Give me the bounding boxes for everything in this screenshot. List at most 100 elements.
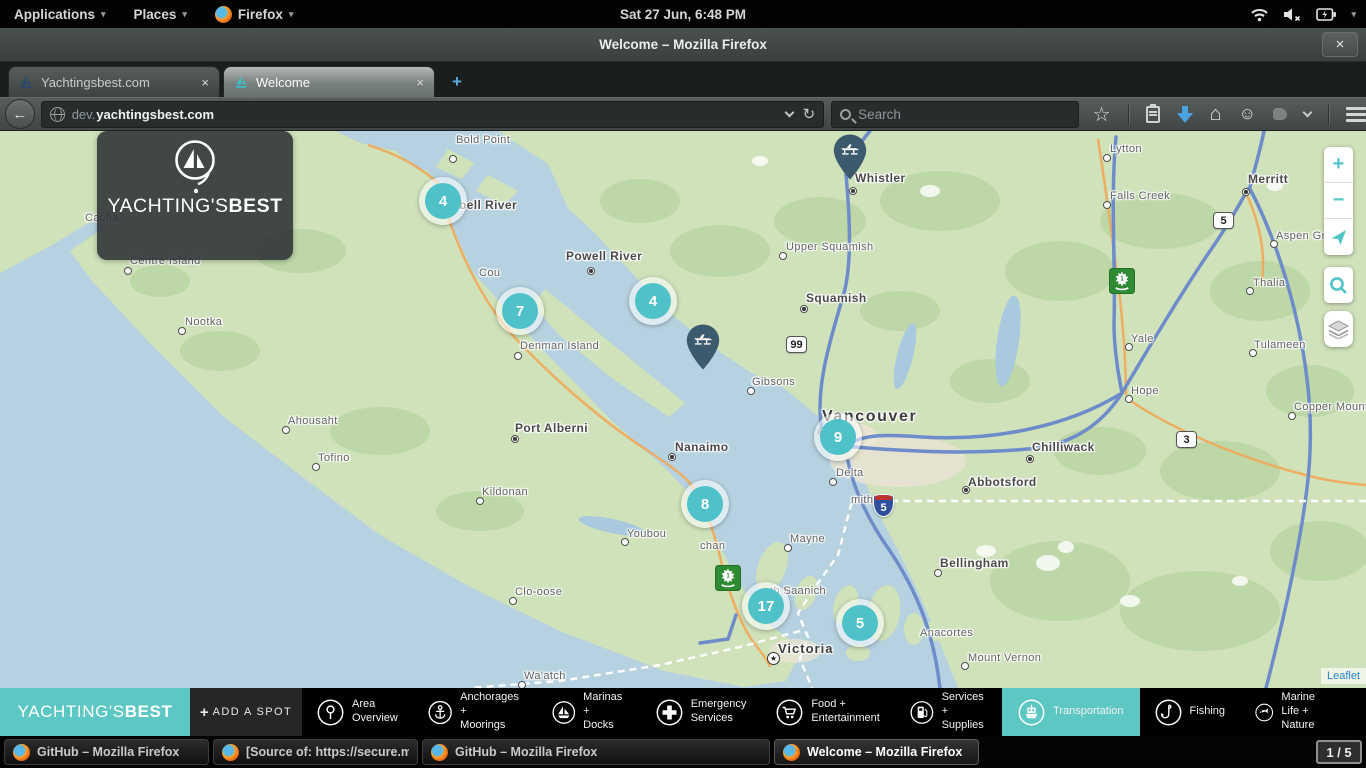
- zoom-in-button[interactable]: +: [1324, 147, 1353, 183]
- route-shield: 99: [786, 336, 807, 353]
- town-dot: [829, 478, 837, 486]
- toolbar-separator: [1328, 104, 1329, 124]
- addon-icon[interactable]: [1273, 108, 1287, 120]
- town-dot: [1103, 201, 1111, 209]
- locate-button[interactable]: [1324, 219, 1353, 255]
- map-label: Aspen Gr: [1276, 230, 1326, 242]
- map-cluster-marker[interactable]: 9: [814, 413, 862, 461]
- toolbar-separator: [1128, 104, 1129, 124]
- back-button[interactable]: ←: [5, 99, 35, 129]
- town-dot: [747, 387, 755, 395]
- map-label: Victoria: [778, 641, 833, 656]
- nav-item-anchorages-moorings[interactable]: Anchorages +Moorings: [413, 688, 537, 736]
- home-icon[interactable]: ⌂: [1210, 103, 1222, 126]
- nav-item-marinas-docks[interactable]: Marinas +Docks: [537, 688, 641, 736]
- bottom-brand-logo: YACHTING'SBEST: [0, 688, 190, 736]
- taskbar-window-button[interactable]: GitHub – Mozilla Firefox: [422, 739, 770, 765]
- map-label: Mount Vernon: [968, 652, 1041, 664]
- map-cluster-marker[interactable]: 8: [681, 480, 729, 528]
- bookmark-star-icon[interactable]: ☆: [1093, 102, 1111, 127]
- nav-item-area-overview[interactable]: AreaOverview: [302, 688, 413, 736]
- sailboat-favicon: [19, 75, 33, 89]
- tab-inactive[interactable]: Yachtingsbest.com ×: [8, 66, 220, 97]
- map-label: Thalia: [1253, 277, 1285, 289]
- seaplane-pin-marker[interactable]: [686, 324, 720, 375]
- map-search-button[interactable]: [1324, 267, 1353, 303]
- tab-close-icon[interactable]: ×: [201, 75, 209, 90]
- map-cluster-marker[interactable]: 17: [742, 582, 790, 630]
- nav-item-services-supplies[interactable]: Services +Supplies: [895, 688, 1002, 736]
- seaplane-pin-icon: [833, 134, 867, 180]
- map-canvas[interactable]: Bold PointCachabell RiverPowell RiverUpp…: [0, 131, 1366, 688]
- taskbar-window-title: GitHub – Mozilla Firefox: [37, 745, 179, 759]
- svg-text:1: 1: [726, 572, 730, 579]
- map-label: Upper Squamish: [786, 241, 874, 253]
- map-cluster-marker[interactable]: 7: [496, 287, 544, 335]
- system-bar: Applications ▾ Places ▾ Firefox ▾ Sat 27…: [0, 0, 1366, 28]
- anchor-icon: [428, 699, 452, 726]
- boat-icon: [552, 699, 576, 726]
- url-dropdown-chevron-icon[interactable]: [784, 108, 794, 118]
- taskbar-window-title: GitHub – Mozilla Firefox: [455, 745, 597, 759]
- trans-canada-route-marker: 1: [715, 565, 741, 596]
- tab-active[interactable]: Welcome×: [223, 66, 435, 97]
- new-tab-button[interactable]: +: [444, 70, 470, 94]
- nav-item-fishing[interactable]: Fishing: [1140, 688, 1240, 736]
- caret-down-icon: ▾: [1351, 9, 1356, 20]
- nav-item-label: Food +Entertainment: [811, 698, 879, 726]
- nav-item-marine-life-nature[interactable]: Marine Life +Nature: [1240, 688, 1340, 736]
- url-bar[interactable]: dev. yachtingsbest.com ↻: [41, 101, 824, 128]
- map-cluster-marker[interactable]: 4: [419, 177, 467, 225]
- zoom-out-button[interactable]: −: [1324, 183, 1353, 219]
- nav-item-label: Marinas +Docks: [583, 691, 626, 732]
- svg-text:1: 1: [1120, 275, 1124, 282]
- taskbar-window-button[interactable]: GitHub – Mozilla Firefox: [4, 739, 209, 765]
- nav-item-transportation[interactable]: Transportation: [1002, 688, 1140, 736]
- addon-chevron-icon[interactable]: [1303, 108, 1313, 118]
- download-icon[interactable]: [1177, 106, 1193, 123]
- seaplane-pin-icon: [686, 324, 720, 370]
- places-menu[interactable]: Places ▾: [120, 0, 201, 28]
- tab-close-icon[interactable]: ×: [416, 75, 424, 90]
- globe-icon: [50, 107, 65, 122]
- firefox-icon: [222, 744, 239, 761]
- nav-item-label: Transportation: [1053, 705, 1124, 719]
- window-titlebar[interactable]: Welcome – Mozilla Firefox ×: [0, 28, 1366, 62]
- menu-hamburger-icon[interactable]: [1346, 107, 1366, 122]
- cluster-count: 7: [502, 293, 538, 329]
- firefox-icon: [783, 744, 800, 761]
- map-cluster-marker[interactable]: 4: [629, 277, 677, 325]
- tab-title: Yachtingsbest.com: [41, 75, 150, 90]
- seaplane-pin-marker[interactable]: [833, 134, 867, 185]
- add-a-spot-button[interactable]: + ADD A SPOT: [190, 688, 302, 736]
- map-label: mith: [851, 494, 873, 506]
- applications-menu[interactable]: Applications ▾: [0, 0, 120, 28]
- firefox-icon: [215, 6, 232, 23]
- search-input[interactable]: [858, 107, 1058, 122]
- layers-button[interactable]: [1324, 311, 1353, 347]
- ferry-icon: [1018, 699, 1045, 726]
- town-dot: [178, 327, 186, 335]
- clipboard-icon[interactable]: [1146, 106, 1160, 123]
- window-close-button[interactable]: ×: [1322, 32, 1358, 57]
- reload-icon[interactable]: ↻: [803, 105, 816, 123]
- layers-icon: [1328, 320, 1349, 339]
- map-label: Abbotsford: [968, 475, 1037, 489]
- leaflet-attribution[interactable]: Leaflet: [1321, 668, 1366, 684]
- taskbar-window-button[interactable]: [Source of: https://secure.meetup....: [213, 739, 418, 765]
- town-dot: [449, 155, 457, 163]
- firefox-appmenu[interactable]: Firefox ▾: [201, 0, 308, 28]
- map-cluster-marker[interactable]: 5: [836, 599, 884, 647]
- nav-item-emergency-services[interactable]: EmergencyServices: [641, 688, 762, 736]
- workspace-indicator[interactable]: 1 / 5: [1316, 740, 1362, 764]
- taskbar: GitHub – Mozilla Firefox [Source of: http…: [0, 736, 1366, 768]
- firefox-icon: [431, 744, 448, 761]
- town-dot: [849, 187, 857, 195]
- nav-item-food-entertainment[interactable]: Food +Entertainment: [761, 688, 894, 736]
- town-dot: [1103, 154, 1111, 162]
- feedback-smiley-icon[interactable]: ☺: [1239, 104, 1256, 124]
- taskbar-window-button[interactable]: Welcome – Mozilla Firefox: [774, 739, 979, 765]
- map-label: Wa'atch: [524, 670, 566, 682]
- search-bar[interactable]: [831, 101, 1078, 128]
- system-tray[interactable]: ▾: [1250, 0, 1356, 28]
